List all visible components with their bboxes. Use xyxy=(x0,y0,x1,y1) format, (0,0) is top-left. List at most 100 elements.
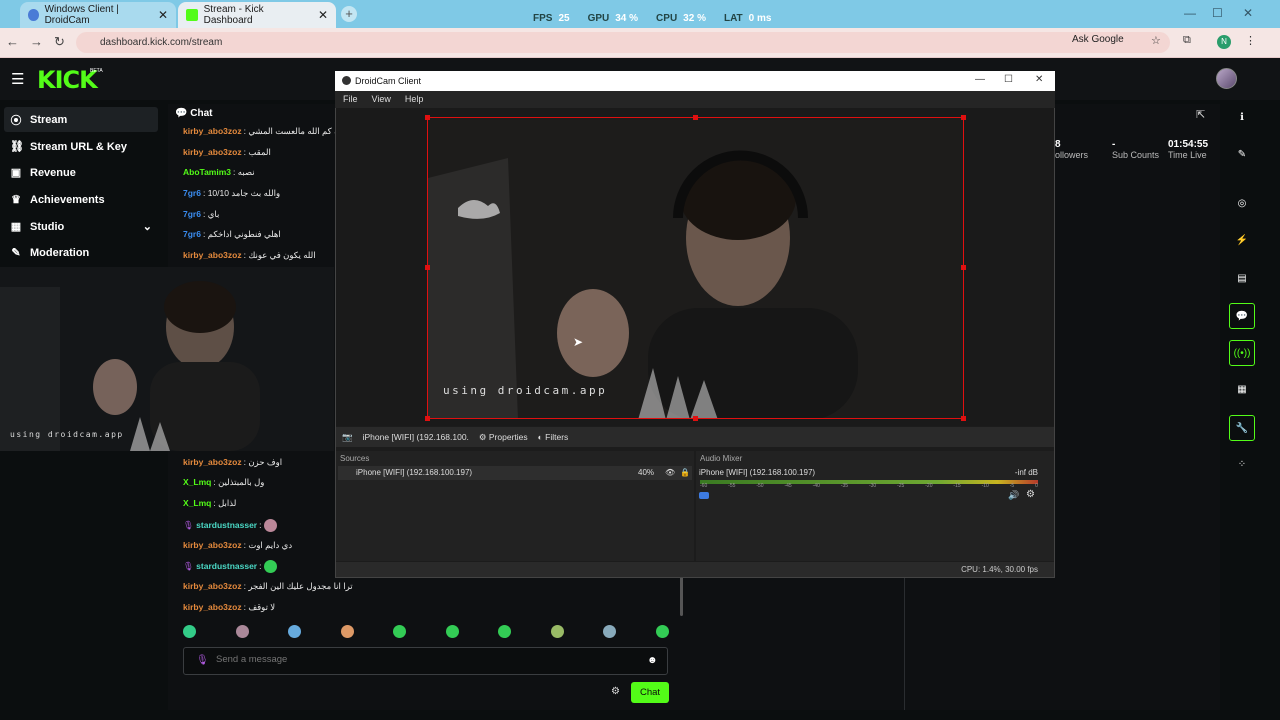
audio-mixer-panel: Audio Mixer iPhone [WIFI] (192.168.100.1… xyxy=(696,451,1054,561)
menu-view[interactable]: View xyxy=(372,91,391,108)
lock-icon[interactable]: 🔒 xyxy=(680,466,690,480)
bolt-icon[interactable]: ⚡ xyxy=(1229,228,1255,254)
resize-handle[interactable] xyxy=(693,416,698,421)
resize-handle[interactable] xyxy=(425,265,430,270)
tab-kick-dashboard[interactable]: Stream - Kick Dashboard ✕ xyxy=(178,2,336,28)
dc-close-button[interactable]: ✕ xyxy=(1035,74,1043,85)
chat-message: kirby_abo3zoz: ترا انا مجدول عليك الين ا… xyxy=(183,581,353,591)
chat-message-input[interactable] xyxy=(216,654,616,665)
emote-icon[interactable] xyxy=(183,625,196,638)
droidcam-statusbar: CPU: 1.4%, 30.00 fps xyxy=(336,562,1054,577)
star-icon[interactable]: ☆ xyxy=(1151,34,1161,47)
sidebar-item-studio[interactable]: ▦ Studio ⌄ xyxy=(4,214,158,239)
emote-icon[interactable] xyxy=(340,625,354,638)
video-source-frame[interactable] xyxy=(427,117,964,419)
send-chat-button[interactable]: Chat xyxy=(631,682,669,703)
properties-button[interactable]: ⚙ Properties xyxy=(479,432,528,443)
resize-handle[interactable] xyxy=(425,115,430,120)
moderation-icon[interactable]: 🔧 xyxy=(1229,415,1255,441)
emote-icon[interactable] xyxy=(550,625,564,638)
resize-handle[interactable] xyxy=(961,265,966,270)
apps-icon[interactable]: ⁘ xyxy=(1229,452,1255,478)
mixer-db-label: -inf dB xyxy=(1014,468,1038,477)
emote-icon[interactable] xyxy=(288,625,302,638)
chat-message: 🎙 stardustnasser: xyxy=(183,519,277,532)
menu-icon[interactable]: ⋮ xyxy=(1245,34,1256,47)
popout-icon[interactable]: ⇱ xyxy=(1196,108,1205,121)
emote-icon[interactable] xyxy=(655,625,669,638)
kick-logo[interactable]: KICK xyxy=(37,66,98,94)
tab-droidcam[interactable]: Windows Client | DroidCam ✕ xyxy=(20,2,176,28)
wrench-icon: ✎ xyxy=(11,247,21,259)
minimize-button[interactable]: — xyxy=(1184,6,1196,20)
video-watermark: using droidcam.app xyxy=(443,384,608,397)
chat-message: 7gr6: باي xyxy=(183,209,220,219)
new-tab-button[interactable]: + xyxy=(341,6,357,22)
info-icon[interactable]: ℹ xyxy=(1229,105,1255,131)
chat-message: 🎙 stardustnasser: xyxy=(183,560,277,573)
speaker-icon[interactable]: 🔊 xyxy=(1008,490,1019,501)
chat-input-box[interactable] xyxy=(183,647,668,675)
source-row[interactable]: iPhone [WIFI] (192.168.100.197) 40% 👁 🔒 xyxy=(338,466,692,480)
close-tab-icon[interactable]: ✕ xyxy=(318,8,328,22)
mic-icon[interactable]: 🎙 xyxy=(196,655,209,666)
source-toolbar: 📷 iPhone [WIFI] (192.168.100. ⚙ Properti… xyxy=(336,427,1054,447)
resize-handle[interactable] xyxy=(961,416,966,421)
emote-icon[interactable] xyxy=(393,625,407,638)
chat-toggle-icon[interactable]: 💬 xyxy=(1229,303,1255,329)
emote-icon xyxy=(263,560,277,573)
profile-avatar[interactable]: N xyxy=(1217,35,1231,49)
resize-handle[interactable] xyxy=(693,115,698,120)
eye-icon[interactable]: 👁 xyxy=(665,466,675,480)
chat-message: kirby_abo3zoz: المقب xyxy=(183,147,271,157)
droidcam-titlebar[interactable]: DroidCam Client xyxy=(335,71,1055,91)
user-avatar[interactable] xyxy=(1216,68,1237,89)
camera-icon: 📷 xyxy=(342,431,353,442)
hamburger-menu-icon[interactable]: ☰ xyxy=(11,70,24,88)
menu-file[interactable]: File xyxy=(343,91,358,108)
sidebar-item-moderation[interactable]: ✎ Moderation xyxy=(4,240,158,265)
chat-title: 💬 Chat xyxy=(175,108,213,119)
emote-icon[interactable] xyxy=(445,625,459,638)
url-field[interactable]: dashboard.kick.com/stream xyxy=(76,32,1170,53)
edit-icon[interactable]: ✎ xyxy=(1229,142,1255,168)
chat-message: kirby_abo3zoz: لا توقف xyxy=(183,602,276,612)
close-window-button[interactable]: ✕ xyxy=(1243,6,1253,20)
document-icon[interactable]: ▤ xyxy=(1229,266,1255,292)
dc-maximize-button[interactable]: ☐ xyxy=(1004,74,1013,85)
stream-icon: ⦿ xyxy=(10,114,22,127)
layout-icon[interactable]: ▦ xyxy=(1229,377,1255,403)
resize-handle[interactable] xyxy=(425,416,430,421)
mixer-settings-icon[interactable]: ⚙ xyxy=(1026,489,1035,500)
resize-handle[interactable] xyxy=(961,115,966,120)
dc-minimize-button[interactable]: — xyxy=(975,74,985,85)
gpu-stat: GPU 34 % xyxy=(587,13,639,24)
reload-button[interactable]: ↻ xyxy=(54,34,65,50)
emote-icon[interactable] xyxy=(498,625,512,638)
sidebar-item-achievements[interactable]: ♛ Achievements xyxy=(4,187,158,212)
menu-help[interactable]: Help xyxy=(405,91,424,108)
emote-icon[interactable] xyxy=(603,625,617,638)
close-tab-icon[interactable]: ✕ xyxy=(158,8,168,22)
followers-stat: 8 ollowers xyxy=(1055,139,1089,160)
volume-slider[interactable] xyxy=(699,492,709,499)
sidebar-item-stream[interactable]: ⦿ Stream xyxy=(4,107,158,132)
emote-icon[interactable] xyxy=(235,625,249,638)
perf-overlay: FPS 25 GPU 34 % CPU 32 % LAT 0 ms xyxy=(533,13,771,24)
webcam-feed-image xyxy=(428,118,963,418)
chat-settings-icon[interactable]: ⚙ xyxy=(611,686,620,697)
filters-button[interactable]: ◐ Filters xyxy=(538,432,569,442)
studio-icon: ▦ xyxy=(10,221,22,233)
forward-button[interactable]: → xyxy=(30,34,43,49)
target-icon[interactable]: ◎ xyxy=(1229,191,1255,217)
emoji-picker-icon[interactable]: ☻ xyxy=(647,655,658,666)
broadcast-icon[interactable]: ((•)) xyxy=(1229,340,1255,366)
sidebar-item-revenue[interactable]: ▣ Revenue xyxy=(4,160,158,185)
source-volume: 40% xyxy=(638,468,655,477)
maximize-button[interactable]: ☐ xyxy=(1212,6,1223,20)
back-button[interactable]: ← xyxy=(6,34,19,49)
sidebar-item-stream-url-key[interactable]: ⛓ Stream URL & Key xyxy=(4,134,158,159)
ask-google-button[interactable]: Ask Google xyxy=(1072,34,1124,45)
chat-message: kirby_abo3zoz: الله يكون في عونك xyxy=(183,250,316,260)
extensions-icon[interactable]: ⧉ xyxy=(1183,34,1191,47)
